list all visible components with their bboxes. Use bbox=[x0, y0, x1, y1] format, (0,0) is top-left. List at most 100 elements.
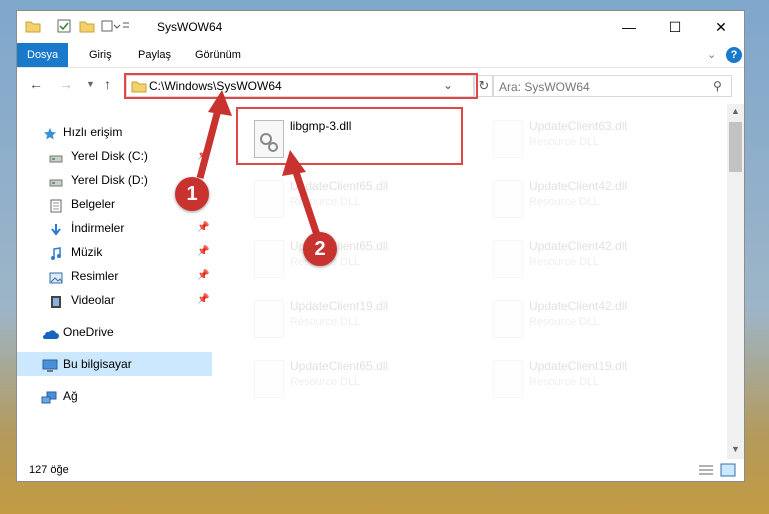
file-name: UpdateClient63.dll bbox=[529, 119, 628, 133]
sidebar-item-videos[interactable]: Videolar 📌 bbox=[17, 288, 212, 312]
vertical-scrollbar[interactable]: ▲ ▼ bbox=[727, 104, 744, 459]
download-arrow-icon bbox=[49, 221, 63, 236]
dll-file-icon bbox=[493, 180, 523, 218]
file-item[interactable]: UpdateClient65.dll Resource DLL bbox=[242, 234, 472, 284]
details-view-icon[interactable] bbox=[698, 463, 714, 480]
sidebar-item-label: Resimler bbox=[71, 269, 119, 283]
file-item[interactable]: UpdateClient19.dll Resource DLL bbox=[481, 354, 711, 404]
tab-giris[interactable]: Giriş bbox=[89, 43, 112, 67]
file-name: UpdateClient65.dll bbox=[290, 179, 389, 193]
pin-icon: 📌 bbox=[197, 246, 210, 257]
forward-arrow-icon[interactable]: → bbox=[59, 76, 73, 92]
file-item[interactable]: UpdateClient42.dll Resource DLL bbox=[481, 294, 711, 344]
sidebar-item-onedrive[interactable]: OneDrive bbox=[17, 320, 212, 344]
file-name: UpdateClient19.dll bbox=[529, 359, 628, 373]
cloud-icon bbox=[41, 325, 59, 339]
new-folder-icon[interactable] bbox=[79, 19, 95, 36]
file-name: UpdateClient42.dll bbox=[529, 299, 628, 313]
sidebar-item-label: İndirmeler bbox=[71, 221, 125, 235]
sidebar-item-label: Ağ bbox=[63, 389, 78, 403]
sidebar-item-label: Müzik bbox=[71, 245, 103, 259]
search-box[interactable]: Ara: SysWOW64 ⚲ bbox=[492, 75, 732, 97]
dll-file-icon bbox=[254, 360, 284, 398]
file-type: Resource DLL bbox=[529, 196, 600, 208]
title-bar: SysWOW64 — ☐ ✕ bbox=[17, 11, 744, 43]
callout-step-2: 2 bbox=[303, 232, 337, 266]
dll-file-icon bbox=[254, 180, 284, 218]
pin-icon: 📌 bbox=[197, 150, 210, 161]
file-item[interactable]: UpdateClient65.dll Resource DLL bbox=[242, 174, 472, 224]
address-highlight-box bbox=[124, 73, 478, 99]
file-type: Resource DLL bbox=[529, 376, 600, 388]
minimize-button[interactable]: — bbox=[606, 11, 652, 43]
file-type: Resource DLL bbox=[529, 136, 600, 148]
dll-file-icon bbox=[493, 120, 523, 158]
file-item[interactable]: UpdateClient42.dll Resource DLL bbox=[481, 174, 711, 224]
folder-icon bbox=[25, 19, 41, 36]
sidebar-item-this-pc[interactable]: Bu bilgisayar bbox=[17, 352, 212, 376]
pictures-icon bbox=[49, 269, 63, 284]
properties-icon[interactable] bbox=[57, 19, 71, 36]
customize-toolbar-icon[interactable] bbox=[101, 19, 131, 36]
file-item[interactable]: UpdateClient42.dll Resource DLL bbox=[481, 234, 711, 284]
star-icon bbox=[43, 125, 57, 140]
drive-icon bbox=[49, 149, 63, 163]
file-item[interactable]: UpdateClient63.dll Resource DLL bbox=[481, 114, 711, 164]
sidebar-item-label: Yerel Disk (D:) bbox=[71, 173, 148, 187]
sidebar-item-network[interactable]: Ağ bbox=[17, 384, 212, 408]
callout-step-1: 1 bbox=[175, 177, 209, 211]
sidebar-item-pictures[interactable]: Resimler 📌 bbox=[17, 264, 212, 288]
dll-file-icon bbox=[493, 300, 523, 338]
tab-paylas[interactable]: Paylaş bbox=[138, 43, 171, 67]
file-name: UpdateClient65.dll bbox=[290, 359, 389, 373]
file-name: UpdateClient42.dll bbox=[529, 239, 628, 253]
dll-file-icon bbox=[254, 300, 284, 338]
file-type: Resource DLL bbox=[290, 316, 361, 328]
file-highlight-box bbox=[236, 107, 463, 165]
file-name: UpdateClient19.dll bbox=[290, 299, 389, 313]
chevron-down-icon[interactable]: ⌄ bbox=[707, 48, 716, 61]
window-title: SysWOW64 bbox=[157, 20, 223, 34]
help-icon[interactable]: ? bbox=[726, 47, 742, 63]
file-type: Resource DLL bbox=[529, 316, 600, 328]
dll-file-icon bbox=[493, 240, 523, 278]
search-icon: ⚲ bbox=[713, 79, 722, 93]
dll-file-icon bbox=[493, 360, 523, 398]
close-button[interactable]: ✕ bbox=[698, 11, 744, 43]
sidebar-item-downloads[interactable]: İndirmeler 📌 bbox=[17, 216, 212, 240]
maximize-button[interactable]: ☐ bbox=[652, 11, 698, 43]
search-input[interactable]: Ara: SysWOW64 bbox=[499, 80, 590, 94]
recent-locations-icon[interactable]: ▼ bbox=[86, 79, 95, 89]
explorer-window: SysWOW64 — ☐ ✕ Dosya Giriş Paylaş Görünü… bbox=[16, 10, 745, 482]
sidebar-item-label: Hızlı erişim bbox=[63, 125, 123, 139]
scroll-up-icon[interactable]: ▲ bbox=[731, 106, 740, 116]
pin-icon: 📌 bbox=[197, 222, 210, 233]
network-icon bbox=[41, 389, 59, 404]
drive-icon bbox=[49, 173, 63, 187]
pin-icon: 📌 bbox=[197, 270, 210, 281]
sidebar-item-label: OneDrive bbox=[63, 325, 114, 339]
file-item[interactable]: UpdateClient19.dll Resource DLL bbox=[242, 294, 472, 344]
scroll-down-icon[interactable]: ▼ bbox=[731, 444, 740, 454]
document-icon bbox=[49, 197, 63, 213]
scroll-thumb[interactable] bbox=[729, 122, 742, 172]
file-type: Resource DLL bbox=[529, 256, 600, 268]
navigation-pane: Hızlı erişim Yerel Disk (C:) 📌 Yerel Dis… bbox=[17, 104, 212, 459]
file-name: UpdateClient42.dll bbox=[529, 179, 628, 193]
sidebar-item-quick-access[interactable]: Hızlı erişim bbox=[17, 120, 212, 144]
item-count: 127 öğe bbox=[29, 464, 69, 476]
dll-file-icon bbox=[254, 240, 284, 278]
tab-gorunum[interactable]: Görünüm bbox=[195, 43, 241, 67]
sidebar-item-label: Videolar bbox=[71, 293, 115, 307]
file-type: Resource DLL bbox=[290, 196, 361, 208]
file-item[interactable]: UpdateClient65.dll Resource DLL bbox=[242, 354, 472, 404]
sidebar-item-music[interactable]: Müzik 📌 bbox=[17, 240, 212, 264]
back-arrow-icon[interactable]: ← bbox=[29, 76, 43, 92]
sidebar-item-label: Belgeler bbox=[71, 197, 116, 211]
file-list: libgmp-3.dll UpdateClient63.dll Resource… bbox=[227, 104, 727, 459]
up-arrow-icon[interactable]: ↑ bbox=[104, 76, 111, 92]
sidebar-item-local-disk-c[interactable]: Yerel Disk (C:) 📌 bbox=[17, 144, 212, 168]
music-note-icon bbox=[49, 245, 63, 260]
tab-dosya[interactable]: Dosya bbox=[17, 43, 69, 67]
large-icons-view-icon[interactable] bbox=[720, 463, 736, 480]
